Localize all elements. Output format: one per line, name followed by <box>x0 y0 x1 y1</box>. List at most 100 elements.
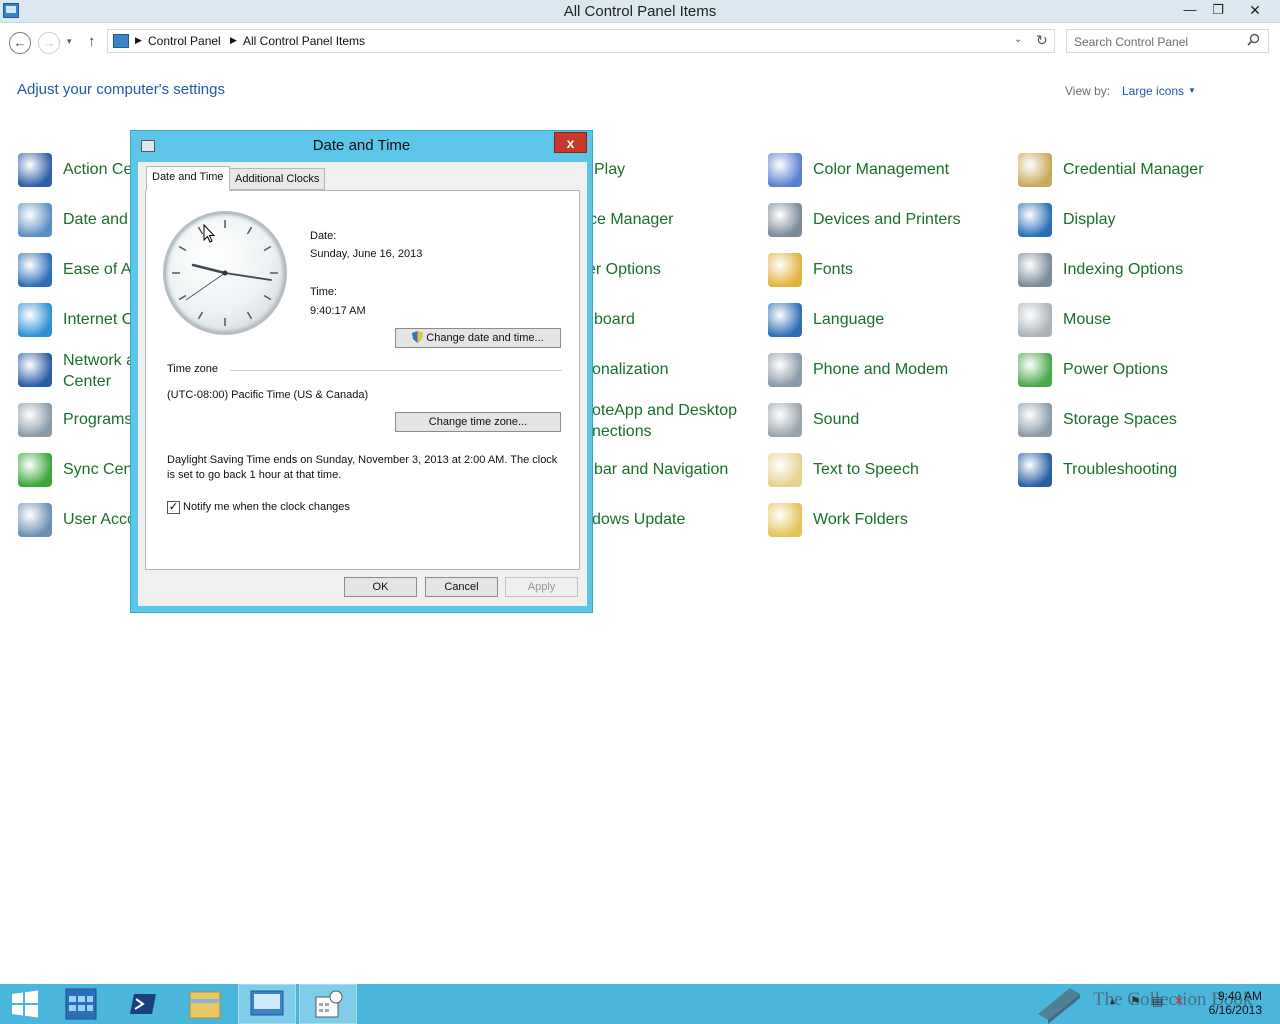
control-panel-item-language[interactable]: Language <box>768 303 998 343</box>
control-panel-taskbar-button[interactable] <box>238 984 296 1024</box>
control-panel-item-mouse[interactable]: Mouse <box>1018 303 1258 343</box>
watermark-logo <box>1038 988 1080 1024</box>
item-label: ce Manager <box>589 211 674 228</box>
start-button[interactable] <box>0 984 58 1024</box>
clock-face-icon <box>172 220 278 326</box>
date-time-tab-panel: Date: Sunday, June 16, 2013 Time: 9:40:1… <box>145 190 580 570</box>
breadcrumb-separator-icon[interactable]: ▶ <box>230 35 237 46</box>
notify-checkbox[interactable]: ✓ <box>167 501 180 514</box>
control-panel-item-credential-manager[interactable]: Credential Manager <box>1018 153 1258 193</box>
time-zone-heading: Time zone <box>167 363 218 375</box>
restore-button[interactable]: ❐ <box>1204 0 1232 20</box>
recent-locations-dropdown[interactable]: ▾ <box>67 36 72 47</box>
forward-button[interactable]: → <box>38 32 60 54</box>
control-panel-icon <box>250 990 284 1016</box>
monitor-icon <box>1018 203 1052 237</box>
breadcrumb-separator-icon[interactable]: ▶ <box>135 35 142 46</box>
item-label: Mouse <box>1063 311 1112 328</box>
storage-icon <box>1018 403 1052 437</box>
show-hidden-icons-icon[interactable]: ▲ <box>1108 996 1117 1006</box>
divider <box>230 370 562 371</box>
control-panel-item-color-management[interactable]: Color Management <box>768 153 998 193</box>
item-label: Internet O <box>63 311 135 328</box>
change-time-zone-button[interactable]: Change time zone... <box>395 412 561 432</box>
up-button[interactable]: ↑ <box>88 33 96 50</box>
breadcrumb-all-items[interactable]: All Control Panel Items <box>243 34 365 48</box>
control-panel-icon <box>113 34 129 48</box>
control-panel-item-troubleshooting[interactable]: Troubleshooting <box>1018 453 1258 493</box>
start-icon <box>12 990 38 1018</box>
window-title: All Control Panel Items <box>563 3 717 20</box>
apply-button[interactable]: Apply <box>505 577 578 597</box>
item-label: oteApp and Desktop nections <box>592 402 737 440</box>
control-panel-item-work-folders[interactable]: Work Folders <box>768 503 998 543</box>
item-label: Indexing Options <box>1063 261 1184 278</box>
taskbar: The Collection Book ▲ ⚑ ▤ ✕ 9:40 AM 6/16… <box>0 984 1280 1024</box>
address-dropdown-icon[interactable]: ⌄ <box>1014 34 1022 45</box>
item-label: dows Update <box>592 511 686 528</box>
tab-additional-clocks[interactable]: Additional Clocks <box>229 168 326 190</box>
refresh-icon[interactable]: ↻ <box>1036 32 1048 49</box>
item-label: Phone and Modem <box>813 361 949 378</box>
troubleshoot-icon <box>1018 453 1052 487</box>
speaker-icon <box>768 403 802 437</box>
control-panel-item-sound[interactable]: Sound <box>768 403 998 443</box>
calendar-clock-icon <box>18 203 52 237</box>
search-input[interactable]: Search Control Panel <box>1066 29 1269 53</box>
control-panel-item-storage-spaces[interactable]: Storage Spaces <box>1018 403 1258 443</box>
dialog-title: Date and Time <box>312 137 411 154</box>
network-icon <box>18 353 52 387</box>
item-label: Play <box>594 161 626 178</box>
minimize-button[interactable]: — <box>1176 0 1204 20</box>
back-button[interactable]: ← <box>9 32 31 54</box>
powershell-button[interactable] <box>114 984 172 1024</box>
change-date-time-button[interactable]: Change date and time... <box>395 328 561 348</box>
ok-button[interactable]: OK <box>344 577 417 597</box>
item-label: er Options <box>587 261 661 278</box>
breadcrumb-control-panel[interactable]: Control Panel <box>148 34 221 48</box>
control-panel-item-indexing-options[interactable]: Indexing Options <box>1018 253 1258 293</box>
address-bar[interactable]: ▶ Control Panel ▶ All Control Panel Item… <box>107 29 1055 53</box>
taskbar-clock[interactable]: 9:40 AM 6/16/2013 <box>1206 989 1262 1017</box>
color-management-icon <box>768 153 802 187</box>
control-panel-item-text-to-speech[interactable]: Text to Speech <box>768 453 998 493</box>
notify-checkbox-label[interactable]: Notify me when the clock changes <box>183 501 350 513</box>
item-label: Language <box>813 311 885 328</box>
tab-date-and-time[interactable]: Date and Time <box>146 166 230 191</box>
cancel-button[interactable]: Cancel <box>425 577 498 597</box>
close-button[interactable]: ✕ <box>1232 0 1278 20</box>
item-label: Fonts <box>813 261 854 278</box>
title-bar: All Control Panel Items — ❐ ✕ <box>0 0 1280 23</box>
control-panel-item-display[interactable]: Display <box>1018 203 1258 243</box>
work-folders-icon <box>768 503 802 537</box>
dialog-close-button[interactable]: x <box>554 132 587 153</box>
search-placeholder: Search Control Panel <box>1074 35 1189 49</box>
date-label: Date: <box>310 230 337 242</box>
file-explorer-button[interactable] <box>176 984 234 1024</box>
view-by-dropdown[interactable]: Large icons ▼ <box>1122 84 1196 98</box>
search-icon[interactable] <box>1247 33 1260 46</box>
control-panel-item-fonts[interactable]: Fonts <box>768 253 998 293</box>
network-icon[interactable]: ▤ <box>1152 994 1163 1008</box>
volume-muted-icon[interactable]: ✕ <box>1174 994 1184 1008</box>
item-label: Work Folders <box>813 511 908 528</box>
ease-of-access-icon <box>18 253 52 287</box>
date-time-dialog: Date and Time x Date and Time Additional… <box>130 130 593 613</box>
control-panel-item-phone-and-modem[interactable]: Phone and Modem <box>768 353 998 393</box>
item-label: User Acco <box>63 511 136 528</box>
item-label: Programs <box>63 411 133 428</box>
language-icon <box>768 303 802 337</box>
control-panel-item-devices-and-printers[interactable]: Devices and Printers <box>768 203 998 243</box>
item-label: Color Management <box>813 161 950 178</box>
mouse-icon <box>1018 303 1052 337</box>
item-label: onalization <box>592 361 669 378</box>
phone-icon <box>768 353 802 387</box>
flag-icon <box>18 153 52 187</box>
date-time-taskbar-button[interactable] <box>299 984 357 1024</box>
server-manager-button[interactable] <box>57 984 115 1024</box>
action-center-flag-icon[interactable]: ⚑ <box>1130 994 1141 1008</box>
item-label: Ease of Ac <box>63 261 140 278</box>
sync-icon <box>18 453 52 487</box>
control-panel-item-power-options[interactable]: Power Options <box>1018 353 1258 393</box>
globe-check-icon <box>18 303 52 337</box>
